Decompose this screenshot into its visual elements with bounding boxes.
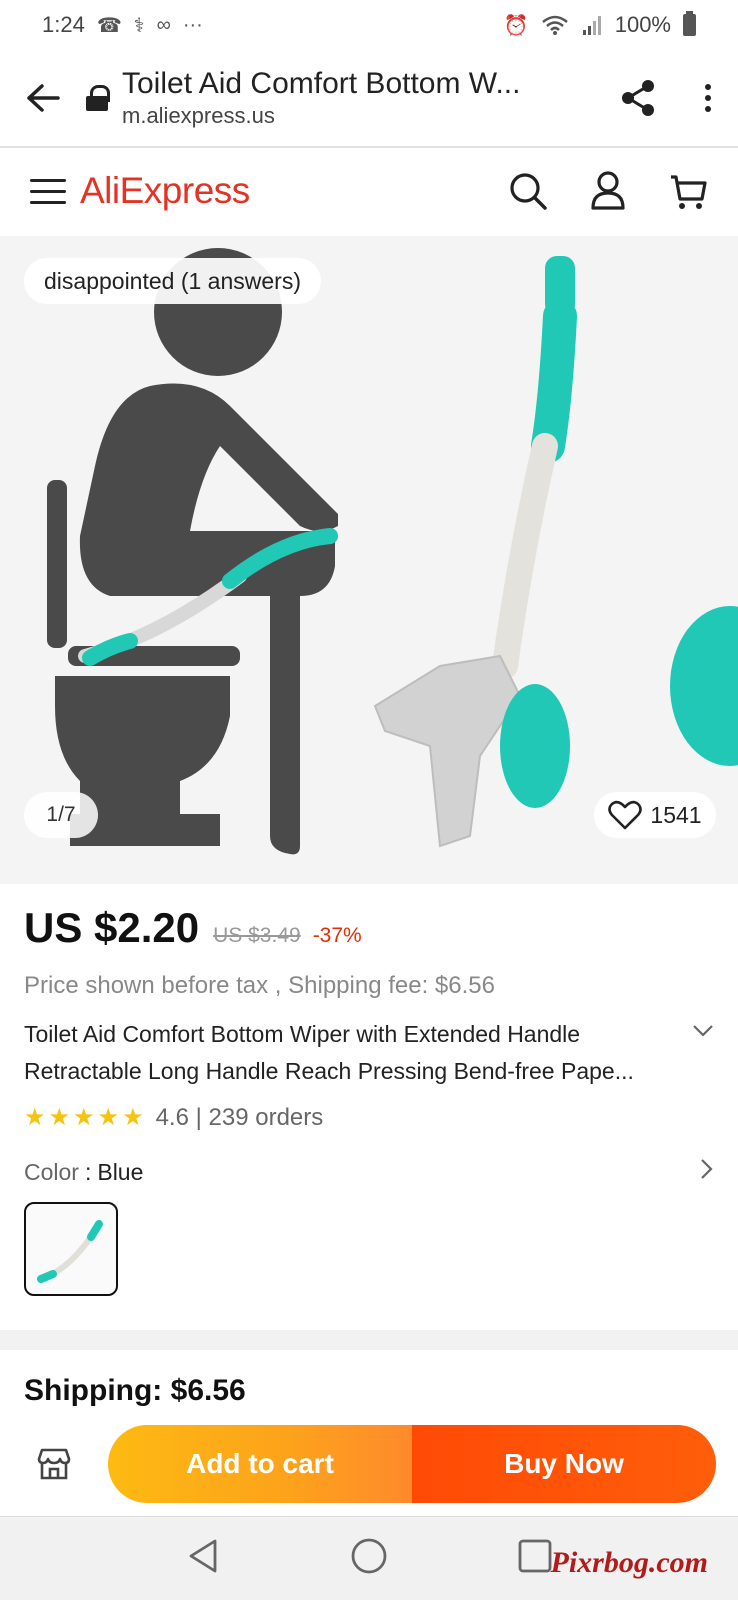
page-domain: m.aliexpress.us — [122, 103, 275, 128]
site-header: AliExpress — [0, 150, 738, 232]
rating-orders: 4.6 | 239 orders — [155, 1104, 324, 1131]
rating-row[interactable]: ★ ★ ★ ★ ★ 4.6 | 239 orders — [24, 1104, 714, 1132]
status-bar: 1:24 ☎ ⚕ ∞ ··· ⏰ 100% — [0, 0, 738, 50]
product-title: Toilet Aid Comfort Bottom Wiper with Ext… — [24, 1021, 634, 1084]
address-bar[interactable]: Toilet Aid Comfort Bottom W... m.aliexpr… — [122, 67, 598, 129]
nav-back-icon[interactable] — [185, 1537, 221, 1580]
half-star-icon: ★ — [122, 1104, 144, 1131]
image-counter: 1/7 — [24, 792, 98, 838]
color-selector-row[interactable]: Color : Blue — [24, 1158, 714, 1186]
star-icon: ★ — [73, 1104, 95, 1131]
star-icon: ★ — [48, 1104, 71, 1131]
account-icon[interactable] — [588, 171, 628, 211]
color-label: Color — [24, 1158, 79, 1185]
rating-stars: ★ ★ ★ ★ ★ — [24, 1106, 144, 1130]
back-arrow-icon[interactable] — [0, 83, 86, 113]
qa-badge[interactable]: disappointed (1 answers) — [24, 258, 321, 304]
wishlist-button[interactable]: 1541 — [594, 792, 716, 838]
menu-icon[interactable] — [30, 178, 66, 204]
action-bar: Add to cart Buy Now — [0, 1414, 738, 1514]
status-time: 1:24 — [42, 12, 85, 37]
nav-recents-icon[interactable] — [517, 1538, 553, 1579]
discount-badge: -37% — [312, 924, 362, 947]
wishlist-count: 1541 — [650, 801, 702, 828]
store-icon[interactable] — [0, 1447, 108, 1481]
color-swatch-blue[interactable] — [24, 1202, 118, 1296]
browser-bar: Toilet Aid Comfort Bottom W... m.aliexpr… — [0, 50, 738, 148]
star-icon: ★ — [24, 1104, 46, 1131]
shipping-heading[interactable]: Shipping: $6.56 — [24, 1374, 246, 1408]
color-separator: : — [84, 1158, 92, 1185]
more-vert-icon[interactable] — [678, 84, 738, 112]
battery-icon — [683, 11, 696, 36]
search-icon[interactable] — [508, 171, 548, 211]
heart-icon — [608, 800, 643, 830]
more-notifications-icon: ··· — [182, 13, 203, 36]
aliexpress-logo[interactable]: AliExpress — [80, 170, 250, 212]
star-icon: ★ — [97, 1104, 120, 1131]
page-title: Toilet Aid Comfort Bottom W... — [122, 67, 521, 100]
voicemail-icon: ∞ — [156, 13, 171, 36]
color-value: Blue — [97, 1158, 144, 1185]
add-to-cart-button[interactable]: Add to cart — [108, 1425, 412, 1503]
share-icon[interactable] — [598, 79, 678, 117]
tax-shipping-note: Price shown before tax , Shipping fee: $… — [24, 972, 495, 999]
product-gallery[interactable]: disappointed (1 answers) 1/7 1541 — [0, 236, 738, 884]
section-divider — [0, 1330, 738, 1350]
buy-now-button[interactable]: Buy Now — [412, 1425, 716, 1503]
product-image[interactable] — [0, 236, 642, 884]
notification-icon: ⚕ — [133, 14, 145, 37]
original-price: US $3.49 — [213, 924, 301, 947]
battery-percent: 100% — [614, 12, 671, 37]
current-price: US $2.20 — [24, 904, 200, 951]
missed-call-icon: ☎ — [96, 14, 122, 37]
next-image-preview[interactable] — [650, 236, 738, 884]
product-title-row[interactable]: Toilet Aid Comfort Bottom Wiper with Ext… — [24, 1016, 714, 1090]
product-info: US $2.20 US $3.49 -37% Price shown befor… — [0, 884, 738, 1330]
cart-icon[interactable] — [668, 171, 708, 211]
alarm-icon: ⏰ — [503, 14, 529, 37]
wifi-icon — [541, 15, 568, 35]
nav-home-icon[interactable] — [350, 1537, 388, 1580]
watermark-text: Pixrbog.com — [550, 1546, 709, 1579]
chevron-right-icon[interactable] — [700, 1158, 714, 1186]
chevron-down-icon[interactable] — [692, 1024, 714, 1090]
lock-icon — [86, 85, 110, 111]
signal-icon — [582, 16, 601, 35]
